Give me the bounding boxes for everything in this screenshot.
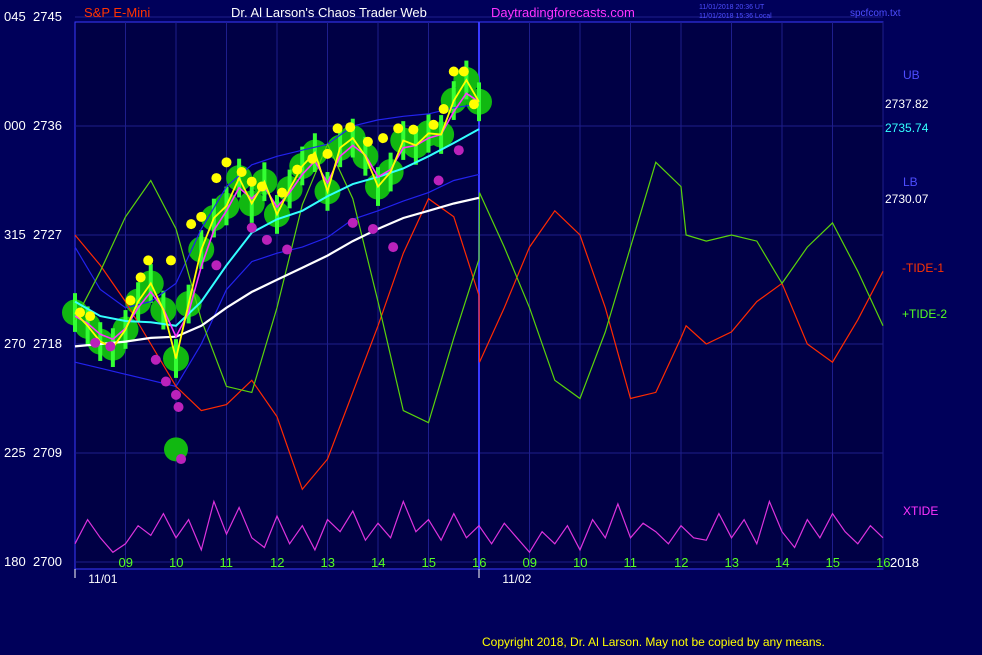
magenta-dot <box>160 376 171 387</box>
ub-value: 2737.82 <box>885 97 929 111</box>
yellow-dot <box>307 153 318 164</box>
chart-window: 045 2745 000 2736 315 2727 270 2718 225 2709 180 27… <box>0 0 982 650</box>
cyan-value: 2735.74 <box>885 121 929 135</box>
y-tick-price: 2745 <box>33 9 62 24</box>
magenta-dot <box>347 217 358 228</box>
x-tick-label: 14 <box>371 555 385 570</box>
yellow-dot <box>211 173 222 184</box>
magenta-dot <box>282 244 293 255</box>
site-link[interactable]: Daytradingforecasts.com <box>491 5 635 20</box>
x-tick-label: 15 <box>826 555 840 570</box>
x-tick-label: 13 <box>321 555 335 570</box>
magenta-dot <box>246 222 257 233</box>
yellow-dot <box>277 187 288 198</box>
x-tick-label: 12 <box>270 555 284 570</box>
chart-title: Dr. Al Larson's Chaos Trader Web <box>231 5 427 20</box>
timestamp-utc: 11/01/2018 20:36 UT <box>699 4 765 11</box>
x-tick-label: 10 <box>573 555 587 570</box>
magenta-dot <box>171 389 181 400</box>
x-tick-label: 12 <box>674 555 688 570</box>
yellow-dot <box>322 148 333 159</box>
yellow-dot <box>85 311 96 322</box>
yellow-dot <box>468 99 479 110</box>
y-tick-left: 045 <box>4 9 26 24</box>
x-tick-label: 11 <box>220 555 234 570</box>
magenta-dot <box>388 242 399 253</box>
yellow-dot <box>428 119 439 130</box>
ub-label: UB <box>903 68 920 82</box>
yellow-dot <box>448 66 459 77</box>
x-tick-label: 11 <box>624 555 638 570</box>
y-tick-left: 270 <box>4 336 26 351</box>
timestamp-local: 11/01/2018 15:36 Local <box>699 13 772 20</box>
yellow-dot <box>246 176 257 187</box>
y-tick-left: 315 <box>4 227 26 242</box>
copyright-footer: Copyright 2018, Dr. Al Larson. May not b… <box>482 635 825 649</box>
y-tick-left: 225 <box>4 445 26 460</box>
x-tick-label: 09 <box>119 555 133 570</box>
x-tick-label: 15 <box>422 555 436 570</box>
magenta-dot <box>261 234 272 245</box>
y-tick-left: 180 <box>4 554 26 569</box>
yellow-dot <box>236 167 247 178</box>
yellow-dot <box>332 123 343 134</box>
x-tick-label: 10 <box>169 555 183 570</box>
year-label: 2018 <box>890 555 919 570</box>
y-tick-price: 2736 <box>33 118 62 133</box>
yellow-dot <box>143 255 154 266</box>
yellow-dot <box>362 136 373 147</box>
tide1-label: -TIDE-1 <box>902 261 944 275</box>
yellow-dot <box>378 133 389 144</box>
y-tick-price: 2727 <box>33 227 62 242</box>
x-tick-label: 13 <box>725 555 739 570</box>
magenta-dot <box>150 354 161 365</box>
yellow-dot <box>256 181 267 192</box>
yellow-dot <box>408 124 419 135</box>
x-tick-label: 16 <box>472 555 486 570</box>
magenta-dot <box>90 337 101 348</box>
yellow-dot <box>438 104 449 115</box>
y-tick-price: 2700 <box>33 554 62 569</box>
magenta-dot <box>211 260 222 271</box>
x-tick-label: 14 <box>775 555 789 570</box>
date-label: 11/01 <box>88 572 117 586</box>
tide2-label: +TIDE-2 <box>902 307 947 321</box>
magenta-dot <box>433 175 444 186</box>
yellow-dot <box>292 164 303 175</box>
yellow-dot <box>125 295 136 306</box>
yellow-dot <box>345 122 356 133</box>
lb-label: LB <box>903 175 918 189</box>
y-tick-price: 2718 <box>33 336 62 351</box>
yellow-dot <box>135 272 146 283</box>
data-filename: spcfcom.txt <box>850 8 901 19</box>
x-tick-label: 16 <box>876 555 890 570</box>
magenta-dot <box>173 401 184 412</box>
xtide-label: XTIDE <box>903 504 938 518</box>
yellow-dot <box>186 219 197 230</box>
symbol-label: S&P E-Mini <box>84 5 150 20</box>
lb-value: 2730.07 <box>885 192 929 206</box>
yellow-dot <box>196 211 207 222</box>
yellow-dot <box>221 157 232 168</box>
y-tick-left: 000 <box>4 118 26 133</box>
magenta-dot <box>453 145 464 156</box>
magenta-dot <box>105 341 116 352</box>
y-tick-price: 2709 <box>33 445 62 460</box>
yellow-dot <box>75 307 86 318</box>
x-tick-label: 09 <box>523 555 537 570</box>
yellow-dot <box>393 123 404 134</box>
magenta-dot <box>367 223 378 234</box>
chaos-trader-chart: 045 2745 000 2736 315 2727 270 2718 225 2709 180 27… <box>0 0 982 650</box>
yellow-dot <box>458 66 469 77</box>
magenta-dot <box>176 454 187 465</box>
date-label: 11/02 <box>502 572 531 586</box>
yellow-dot <box>165 255 176 266</box>
